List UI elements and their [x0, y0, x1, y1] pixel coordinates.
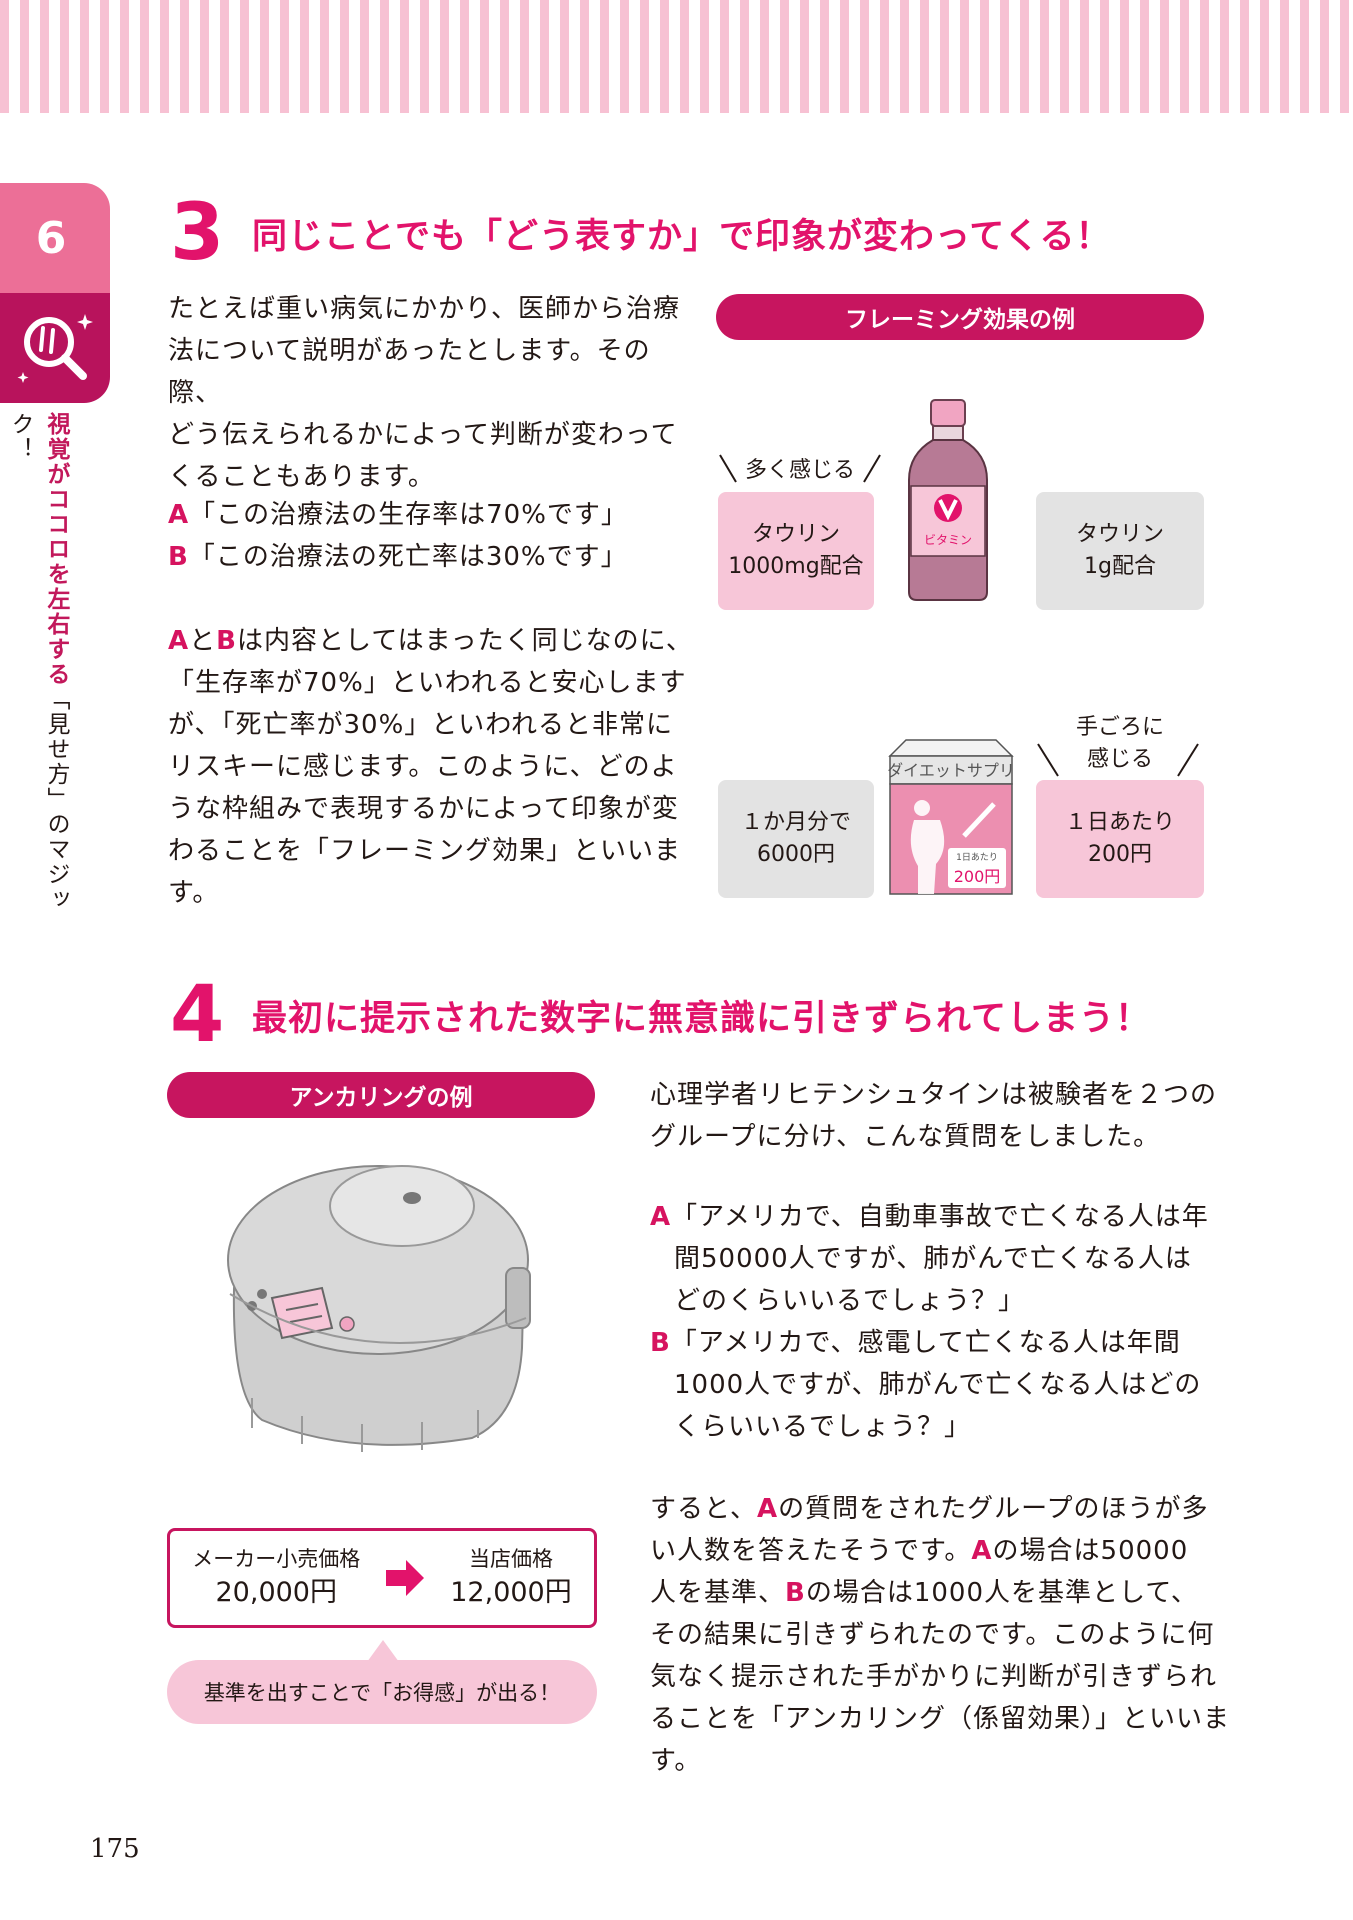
- bracket-right-2: [1037, 743, 1199, 777]
- chapter-number: 6: [0, 183, 110, 293]
- svg-text:200円: 200円: [954, 867, 1001, 886]
- bargain-bubble: 基準を出すことで「お得感」が出る！: [167, 1660, 597, 1724]
- svg-text:ビタミン: ビタミン: [924, 533, 972, 547]
- svg-text:1日あたり: 1日あたり: [956, 852, 998, 863]
- magnifier-icon: [0, 293, 110, 403]
- daily-price-box: １日あたり 200円: [1036, 780, 1204, 898]
- section4-paragraph2: すると、Aの質問をされたグループのほうが多 い人数を答えたそうです。Aの場合は5…: [650, 1494, 1230, 1776]
- anchoring-figure-header: アンカリングの例: [167, 1072, 595, 1118]
- section3-title: 同じことでも「どう表すか」で印象が変わってくる！: [252, 216, 1112, 257]
- chapter-tab: 6: [0, 183, 110, 403]
- section4-title: 最初に提示された数字に無意識に引きずられてしまう！: [252, 998, 1151, 1039]
- vitamin-bottle-icon: ビタミン: [908, 399, 988, 601]
- section4-question-b: B「アメリカで、感電して亡くなる人は年間 1000人ですが、肺がんで亡くなる人は…: [650, 1328, 1202, 1442]
- section4-heading: 4 最初に提示された数字に無意識に引きずられてしまう！: [170, 976, 1151, 1054]
- svg-text:ダイエットサプリ: ダイエットサプリ: [887, 761, 1015, 780]
- section3-heading: 3 同じことでも「どう表すか」で印象が変わってくる！: [170, 194, 1111, 272]
- section4-paragraph1: 心理学者リヒテンシュタインは被験者を２つの グループに分け、こんな質問をしました…: [650, 1080, 1218, 1152]
- framing-figure-header: フレーミング効果の例: [716, 294, 1204, 340]
- section3-paragraph2: AとBは内容としてはまったく同じなのに、 「生存率が70%」といわれると安心しま…: [168, 626, 693, 908]
- section3-paragraph1: たとえば重い病気にかかり、医師から治療 法について説明があったとします。その際、…: [168, 294, 680, 492]
- header-stripes: [0, 0, 1353, 113]
- rice-cooker-icon: [227, 1165, 531, 1452]
- section4-number: 4: [170, 970, 225, 1060]
- section4-question-a: A「アメリカで、自動車事故で亡くなる人は年 間50000人ですが、肺がんで亡くな…: [650, 1202, 1209, 1316]
- diet-supplement-pack-icon: ダイエットサプリ 1日あたり 200円: [887, 739, 1015, 895]
- price-comparison-box: メーカー小売価格 20,000円 当店価格 12,000円: [167, 1528, 597, 1628]
- store-price: 当店価格 12,000円: [450, 1547, 572, 1608]
- monthly-price-box: １か月分で 6000円: [718, 780, 874, 898]
- label-feel-more: 多く感じる: [744, 458, 855, 483]
- bubble-tip: [367, 1640, 399, 1662]
- taurine-g-box: タウリン 1g配合: [1036, 492, 1204, 610]
- taurine-mg-box: タウリン 1000mg配合: [718, 492, 874, 610]
- retail-price: メーカー小売価格 20,000円: [192, 1547, 361, 1608]
- section3-quotes: A「この治療法の生存率は70%です」 B「この治療法の死亡率は30%です」: [168, 500, 628, 572]
- arrow-right-icon: [386, 1560, 425, 1596]
- section3-number: 3: [170, 188, 225, 278]
- chapter-title: 視覚がココロを左右する「見せ方」のマジック！: [7, 412, 69, 912]
- page-number: 175: [90, 1834, 140, 1864]
